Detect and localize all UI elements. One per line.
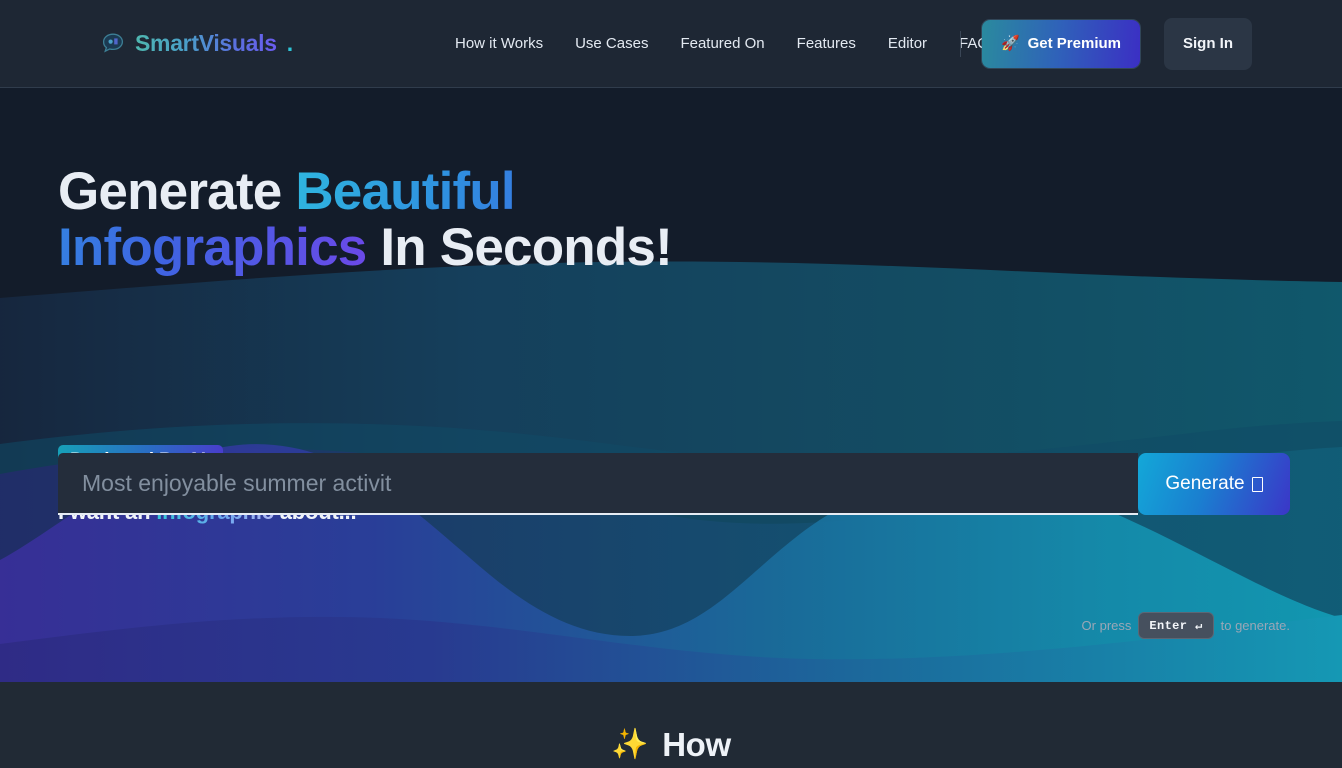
brand-logo[interactable]: SmartVisuals. (100, 30, 293, 57)
get-premium-label: Get Premium (1027, 35, 1121, 52)
header-divider (959, 30, 961, 57)
prompt-search-row: Generate (58, 453, 1290, 515)
how-section-title-text: How (662, 726, 731, 763)
how-it-works-section: ✨ How (0, 682, 1342, 768)
nav-item-editor[interactable]: Editor (888, 35, 927, 52)
generate-button[interactable]: Generate (1138, 453, 1290, 515)
headline-part-2: In Seconds! (366, 218, 672, 277)
header-actions: 🚀 Get Premium Sign In (959, 17, 1252, 70)
sign-in-button[interactable]: Sign In (1164, 17, 1252, 70)
missing-glyph-box-icon (1251, 476, 1263, 492)
nav-item-features[interactable]: Features (797, 35, 856, 52)
enter-hint: Or press Enter ↵ to generate. (1082, 612, 1290, 639)
nav-item-featured-on[interactable]: Featured On (680, 35, 764, 52)
nav-item-use-cases[interactable]: Use Cases (575, 35, 648, 52)
generate-label: Generate (1165, 473, 1245, 494)
prompt-input[interactable] (58, 453, 1138, 515)
page-title: Generate Beautiful Infographics In Secon… (58, 164, 698, 276)
hero-section: Generate Beautiful Infographics In Secon… (0, 88, 1342, 682)
enter-key-chip: Enter ↵ (1138, 612, 1214, 639)
site-header: SmartVisuals. How it Works Use Cases Fea… (0, 0, 1342, 88)
how-section-title: ✨ How (0, 726, 1342, 764)
page-root: SmartVisuals. How it Works Use Cases Fea… (0, 0, 1342, 768)
enter-hint-post: to generate. (1220, 618, 1290, 633)
main-nav: How it Works Use Cases Featured On Featu… (455, 35, 997, 52)
chat-bubble-icon (102, 33, 124, 53)
hero-content: Generate Beautiful Infographics In Secon… (0, 88, 1342, 682)
get-premium-button[interactable]: 🚀 Get Premium (981, 19, 1140, 68)
headline-part-1: Generate (58, 162, 296, 221)
sparkles-icon: ✨ (611, 728, 649, 761)
enter-hint-pre: Or press (1081, 618, 1132, 633)
nav-item-how-it-works[interactable]: How it Works (455, 35, 543, 52)
brand-dot: . (286, 30, 294, 56)
rocket-icon: 🚀 (1000, 35, 1020, 52)
brand-name: SmartVisuals (135, 30, 277, 56)
